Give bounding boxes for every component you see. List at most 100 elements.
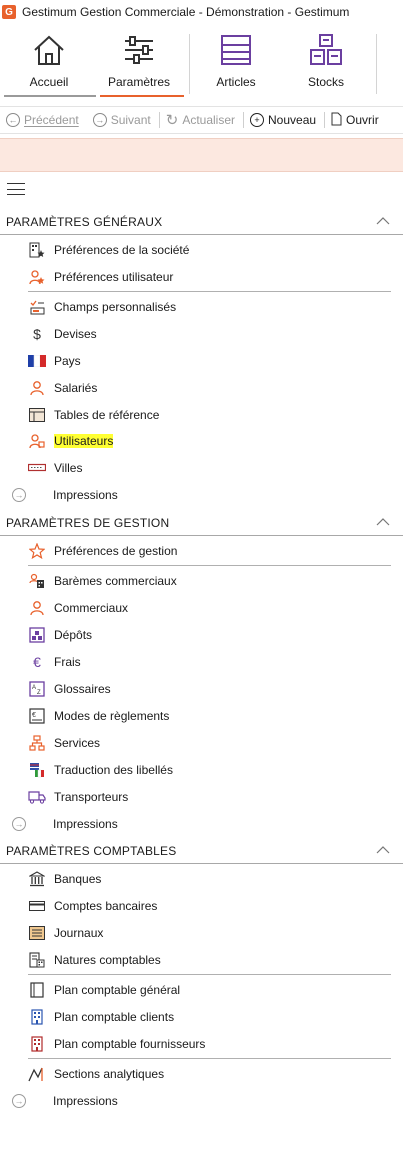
chevron-up-icon[interactable] [375,213,391,229]
suppliers-building-icon [28,1035,46,1053]
item-devises[interactable]: $ Devises [28,323,398,345]
ribbon-articles-label: Articles [216,75,256,89]
item-comptes-bancaires[interactable]: Comptes bancaires [28,895,398,917]
truck-icon [28,788,46,806]
ribbon-articles-button[interactable]: Articles [208,30,264,96]
item-label: Glossaires [54,682,111,696]
item-plan-comptable-general[interactable]: Plan comptable général [28,979,398,1001]
item-villes[interactable]: Villes [28,457,398,479]
item-label: Natures comptables [54,953,161,967]
ribbon-accueil-label: Accueil [29,75,69,89]
item-label: Dépôts [54,628,93,642]
ribbon-stocks-button[interactable]: Stocks [300,30,352,96]
item-label: Salariés [54,381,98,395]
item-label: Transporteurs [54,790,129,804]
item-label: Sections analytiques [54,1067,165,1081]
item-commerciaux[interactable]: Commerciaux [28,597,398,619]
notification-bar [0,138,403,172]
menu-hamburger-icon[interactable] [7,183,25,195]
ribbon-accueil-button[interactable]: Accueil [22,30,76,96]
item-preferences-utilisateur[interactable]: Préférences utilisateur [28,266,398,288]
clients-building-icon [28,1008,46,1026]
list-separator [28,974,391,975]
item-traduction-libelles[interactable]: Traduction des libellés [28,759,398,781]
chevron-up-icon[interactable] [375,842,391,858]
item-label: Comptes bancaires [54,899,158,913]
item-salaries[interactable]: Salariés [28,377,398,399]
item-plan-comptable-fournisseurs[interactable]: Plan comptable fournisseurs [28,1033,398,1055]
ribbon-parametres-button[interactable]: Paramètres [104,30,174,96]
item-modes-reglements[interactable]: € Modes de règlements [28,705,398,727]
item-frais[interactable]: € Frais [28,651,398,673]
nouveau-button[interactable]: + Nouveau [250,113,316,127]
glossary-az-icon: AZ [28,680,46,698]
item-label: Devises [54,327,97,341]
section-title: PARAMÈTRES DE GESTION [6,515,170,530]
star-icon [28,542,46,560]
title-bar: G Gestimum Gestion Commerciale - Démonst… [0,0,403,24]
refresh-icon: ↻ [165,112,179,129]
item-label: Préférences de gestion [54,544,178,558]
bank-icon [28,870,46,888]
payment-modes-icon: € [28,707,46,725]
services-org-icon [28,734,46,752]
chevron-up-icon[interactable] [375,514,391,530]
item-label: Champs personnalisés [54,300,177,314]
item-label: Plan comptable clients [54,1010,175,1024]
section-header-comptables[interactable]: PARAMÈTRES COMPTABLES [0,838,403,864]
item-tables-reference[interactable]: Tables de référence [28,404,398,426]
ribbon-stocks-label: Stocks [307,75,344,89]
arrow-right-icon: → [92,113,107,127]
item-banques[interactable]: Banques [28,868,398,890]
company-preferences-icon [28,241,46,259]
impressions-gestion-link[interactable]: → Impressions [12,813,312,835]
ouvrir-label: Ouvrir [346,113,379,127]
item-label: Utilisateurs [54,434,114,448]
item-label: Préférences de la société [54,243,190,257]
item-preferences-societe[interactable]: Préférences de la société [28,239,398,261]
ribbon: Accueil Paramètres Articles Stocks [0,24,403,98]
impressions-generaux-link[interactable]: → Impressions [12,484,312,506]
item-pays[interactable]: Pays [28,350,398,372]
users-icon [28,432,46,450]
item-label: Pays [54,354,81,368]
item-label: Commerciaux [54,601,129,615]
list-separator [28,565,391,566]
item-transporteurs[interactable]: Transporteurs [28,786,398,808]
item-preferences-gestion[interactable]: Préférences de gestion [28,540,398,562]
item-services[interactable]: Services [28,732,398,754]
section-header-generaux[interactable]: PARAMÈTRES GÉNÉRAUX [0,209,403,235]
home-icon [29,30,69,70]
impressions-label: Impressions [53,1094,118,1108]
table-icon [28,406,46,424]
item-label: Traduction des libellés [54,763,173,777]
item-label: Modes de règlements [54,709,170,723]
actualiser-button[interactable]: ↻ Actualiser [166,111,235,129]
item-journaux[interactable]: Journaux [28,922,398,944]
item-baremes-commerciaux[interactable]: Barèmes commerciaux [28,570,398,592]
precedent-button[interactable]: ← Précédent [6,113,79,127]
bank-card-icon [28,897,46,915]
analytics-chart-icon [28,1065,46,1083]
impressions-comptables-link[interactable]: → Impressions [12,1090,312,1112]
ouvrir-button[interactable]: Ouvrir [331,112,379,129]
suivant-button[interactable]: → Suivant [92,113,151,127]
item-sections-analytiques[interactable]: Sections analytiques [28,1063,398,1085]
item-natures-comptables[interactable]: Natures comptables [28,949,398,971]
custom-fields-icon [28,298,46,316]
item-label: Journaux [54,926,104,940]
open-document-icon [331,112,342,129]
accueil-tab-underline [4,95,96,97]
nouveau-label: Nouveau [268,113,317,127]
item-plan-comptable-clients[interactable]: Plan comptable clients [28,1006,398,1028]
section-header-gestion[interactable]: PARAMÈTRES DE GESTION [0,510,403,536]
item-depots[interactable]: Dépôts [28,624,398,646]
item-glossaires[interactable]: AZ Glossaires [28,678,398,700]
section-title: PARAMÈTRES COMPTABLES [6,843,177,858]
item-champs-personnalises[interactable]: Champs personnalisés [28,296,398,318]
item-label: Tables de référence [54,408,160,422]
warehouse-icon [28,626,46,644]
arrow-circle-right-icon: → [12,488,26,502]
precedent-label: Précédent [24,113,79,127]
item-utilisateurs[interactable]: Utilisateurs [28,430,398,452]
